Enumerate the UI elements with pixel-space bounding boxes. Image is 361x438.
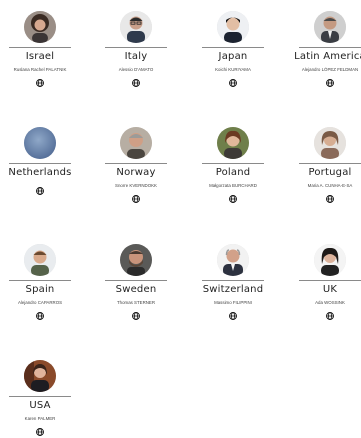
- member-card-usa: USA Karen PALMER: [0, 360, 80, 436]
- member-card-spain: Spain Alejandro CAPARROS: [0, 244, 80, 320]
- country-name: Portugal: [308, 167, 352, 178]
- member-card-uk: UK Ada WOSSINK: [290, 244, 361, 320]
- divider: [202, 47, 264, 48]
- globe-icon[interactable]: [326, 79, 334, 87]
- country-name: USA: [29, 400, 51, 411]
- country-name: Latin America: [294, 51, 361, 62]
- globe-icon[interactable]: [36, 428, 44, 436]
- member-card-japan: Japan Koichi KURIYAMA: [193, 11, 273, 87]
- avatar: [314, 127, 346, 159]
- globe-icon[interactable]: [326, 312, 334, 320]
- divider: [9, 396, 71, 397]
- country-name: Poland: [215, 167, 251, 178]
- globe-icon[interactable]: [36, 187, 44, 195]
- avatar: [120, 11, 152, 43]
- country-name: Italy: [124, 51, 148, 62]
- member-card-switzerland: Switzerland Massimo FILIPPINI: [193, 244, 273, 320]
- country-name: Norway: [116, 167, 156, 178]
- globe-icon[interactable]: [132, 195, 140, 203]
- avatar: [24, 360, 56, 392]
- country-name: Netherlands: [8, 167, 72, 178]
- divider: [105, 280, 167, 281]
- globe-icon[interactable]: [132, 312, 140, 320]
- member-name: Małgorzata BURCHARD: [209, 183, 257, 188]
- globe-icon[interactable]: [326, 195, 334, 203]
- country-name: Israel: [25, 51, 55, 62]
- avatar: [24, 244, 56, 276]
- country-name: Spain: [25, 284, 55, 295]
- globe-icon[interactable]: [229, 79, 237, 87]
- avatar: [217, 11, 249, 43]
- member-name: Koichi KURIYAMA: [215, 67, 251, 72]
- divider: [202, 280, 264, 281]
- globe-icon[interactable]: [36, 79, 44, 87]
- country-name: Sweden: [115, 284, 157, 295]
- member-card-israel: Israel Ruslana Rachel PALATNIK: [0, 11, 80, 87]
- divider: [299, 163, 361, 164]
- avatar: [314, 11, 346, 43]
- member-name: Karen PALMER: [24, 416, 56, 421]
- member-card-latin-america: Latin America Alejandro LÓPEZ FELDMAN: [290, 11, 361, 87]
- globe-icon[interactable]: [229, 312, 237, 320]
- avatar: [217, 244, 249, 276]
- member-card-portugal: Portugal Maria A. CUNHA-E-SA: [290, 127, 361, 203]
- country-name: UK: [322, 284, 338, 295]
- globe-icon[interactable]: [229, 195, 237, 203]
- member-name: Alejandro CAPARROS: [17, 300, 63, 305]
- divider: [9, 163, 71, 164]
- member-name: Ruslana Rachel PALATNIK: [13, 67, 67, 72]
- member-card-sweden: Sweden Thomas STERNER: [96, 244, 176, 320]
- divider: [202, 163, 264, 164]
- country-name: Japan: [218, 51, 248, 62]
- avatar: [24, 127, 56, 159]
- member-name: Maria A. CUNHA-E-SA: [307, 183, 353, 188]
- divider: [299, 280, 361, 281]
- member-name: Massimo FILIPPINI: [214, 300, 252, 305]
- avatar: [314, 244, 346, 276]
- member-name: Alessio D'AMATO: [118, 67, 154, 72]
- globe-icon[interactable]: [132, 79, 140, 87]
- divider: [299, 47, 361, 48]
- avatar: [24, 11, 56, 43]
- member-name: Thomas STERNER: [116, 300, 156, 305]
- country-name: Switzerland: [202, 284, 264, 295]
- avatar: [120, 127, 152, 159]
- divider: [9, 280, 71, 281]
- member-name: Snorre KVERNDOKK: [115, 183, 157, 188]
- member-card-poland: Poland Małgorzata BURCHARD: [193, 127, 273, 203]
- divider: [9, 47, 71, 48]
- avatar: [217, 127, 249, 159]
- member-name: Ada WOSSINK: [315, 300, 345, 305]
- divider: [105, 163, 167, 164]
- globe-icon[interactable]: [36, 312, 44, 320]
- divider: [105, 47, 167, 48]
- member-card-italy: Italy Alessio D'AMATO: [96, 11, 176, 87]
- member-name: Alejandro LÓPEZ FELDMAN: [301, 67, 359, 72]
- member-card-netherlands: Netherlands: [0, 127, 80, 195]
- member-card-norway: Norway Snorre KVERNDOKK: [96, 127, 176, 203]
- avatar: [120, 244, 152, 276]
